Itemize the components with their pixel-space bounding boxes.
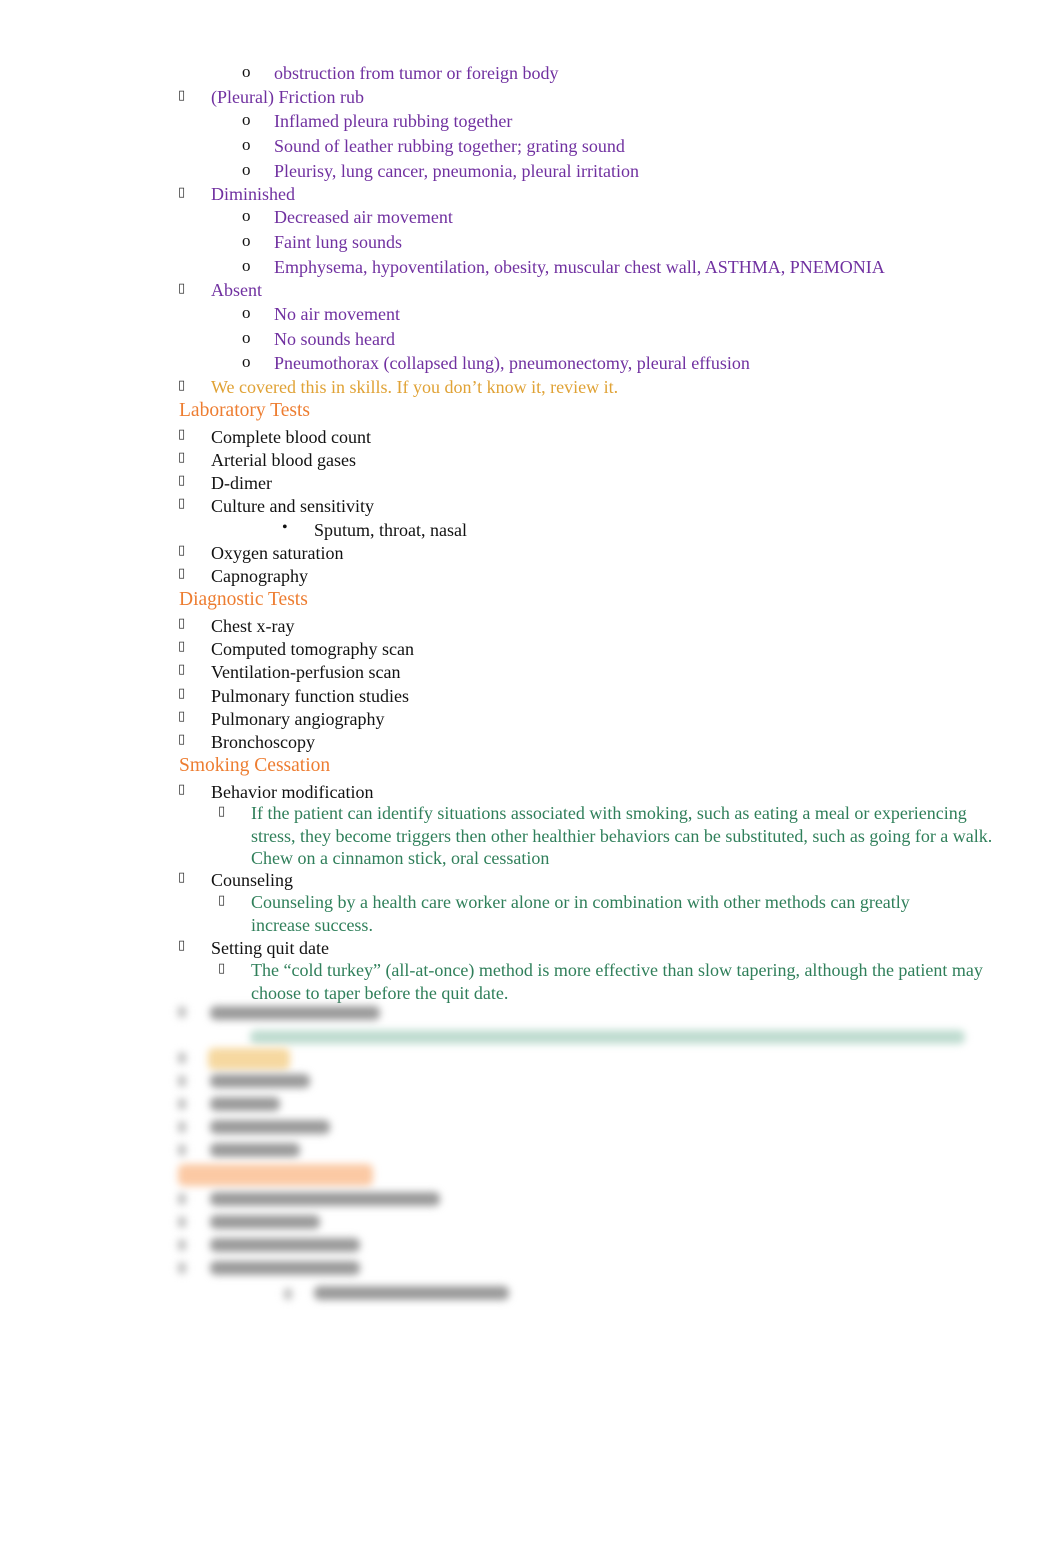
blurred-bullet [178,1193,186,1205]
square-bullet-icon: ▯ [218,804,226,819]
blurred-bullet [178,1075,186,1087]
blurred-bullet [178,1121,186,1133]
list-item: Bronchoscopy [211,732,315,752]
list-item: D-dimer [211,473,272,493]
square-bullet-icon: ▯ [178,427,186,442]
square-bullet-icon: ▯ [178,616,186,631]
list-item: Counseling [211,870,294,890]
blurred-line [210,1261,360,1275]
list-item: Pneumothorax (collapsed lung), pneumonec… [274,353,750,373]
list-item: Pulmonary function studies [211,686,409,706]
list-item: Computed tomography scan [211,639,414,659]
detail-text: Counseling by a health care worker alone… [251,892,910,935]
list-item: Arterial blood gases [211,450,356,470]
heading-smoking-cessation: Smoking Cessation [179,755,331,776]
square-bullet-icon: ▯ [218,893,226,908]
list-item: Chest x-ray [211,616,295,636]
blurred-bullet [178,1262,186,1274]
list-item: Oxygen saturation [211,543,344,563]
review-note: We covered this in skills. If you don’t … [211,377,619,397]
list-item: Decreased air movement [274,207,453,227]
heading-laboratory-tests: Laboratory Tests [179,400,310,421]
blurred-line [210,1192,440,1206]
list-item: Sputum, throat, nasal [314,520,467,540]
list-item: No air movement [274,304,400,324]
blurred-bullet [178,1144,186,1156]
blurred-line [210,1006,380,1020]
square-bullet-icon: ▯ [178,543,186,558]
circle-bullet-icon: o [242,135,251,154]
section-label-friction-rub: (Pleural) Friction rub [211,87,364,107]
square-bullet-icon: ▯ [178,870,186,885]
circle-bullet-icon: o [242,110,251,129]
list-item: No sounds heard [274,329,395,349]
blurred-bullet [178,1006,186,1018]
square-bullet-icon: ▯ [218,961,226,976]
detail-text: The “cold turkey” (all-at-once) method i… [251,960,983,1003]
square-bullet-icon: ▯ [178,686,186,701]
square-bullet-icon: ▯ [178,473,186,488]
blurred-heading [208,1048,290,1070]
list-item: Sound of leather rubbing together; grati… [274,136,625,156]
square-bullet-icon: ▯ [178,378,186,393]
blurred-bullet [178,1239,186,1251]
blurred-bullet [178,1216,186,1228]
square-bullet-icon: ▯ [178,938,186,953]
list-item: Faint lung sounds [274,232,403,252]
blurred-line [250,1030,965,1044]
square-bullet-icon: ▯ [178,782,186,797]
circle-bullet-icon: o [242,328,251,347]
detail-text: If the patient can identify situations a… [251,803,993,868]
square-bullet-icon: ▯ [178,662,186,677]
blurred-bullet [178,1098,186,1110]
list-item: Culture and sensitivity [211,496,374,516]
section-label-absent: Absent [211,280,262,300]
blurred-line [210,1238,360,1252]
list-item: Pleurisy, lung cancer, pneumonia, pleura… [274,161,640,181]
list-item: Inflamed pleura rubbing together [274,111,513,131]
circle-bullet-icon: o [242,160,251,179]
list-item: Ventilation-perfusion scan [211,662,401,682]
square-bullet-icon: ▯ [178,709,186,724]
square-bullet-icon: ▯ [178,732,186,747]
circle-bullet-icon: o [242,256,251,275]
dot-bullet-icon: • [282,519,288,536]
square-bullet-icon: ▯ [178,185,186,200]
blurred-line [210,1074,310,1088]
list-item: Behavior modification [211,782,374,802]
section-label-diminished: Diminished [211,184,295,204]
blurred-line [210,1120,330,1134]
list-item: Emphysema, hypoventilation, obesity, mus… [274,257,885,277]
blurred-heading [178,1164,373,1186]
blurred-bullet [284,1288,292,1300]
blurred-line [210,1215,320,1229]
blurred-line [210,1097,280,1111]
blurred-line [314,1286,509,1300]
heading-diagnostic-tests: Diagnostic Tests [179,589,308,610]
square-bullet-icon: ▯ [178,639,186,654]
circle-bullet-icon: o [242,206,251,225]
square-bullet-icon: ▯ [178,566,186,581]
circle-bullet-icon: o [242,303,251,322]
circle-bullet-icon: o [242,352,251,371]
list-item: Pulmonary angiography [211,709,385,729]
blurred-line [210,1143,300,1157]
list-item: Complete blood count [211,427,371,447]
blurred-bullet [178,1052,186,1064]
square-bullet-icon: ▯ [178,281,186,296]
list-item: obstruction from tumor or foreign body [274,63,559,83]
square-bullet-icon: ▯ [178,88,186,103]
circle-bullet-icon: o [242,231,251,250]
square-bullet-icon: ▯ [178,496,186,511]
list-item: Setting quit date [211,938,329,958]
list-item: Capnography [211,566,308,586]
circle-bullet-icon: o [242,62,251,81]
square-bullet-icon: ▯ [178,450,186,465]
